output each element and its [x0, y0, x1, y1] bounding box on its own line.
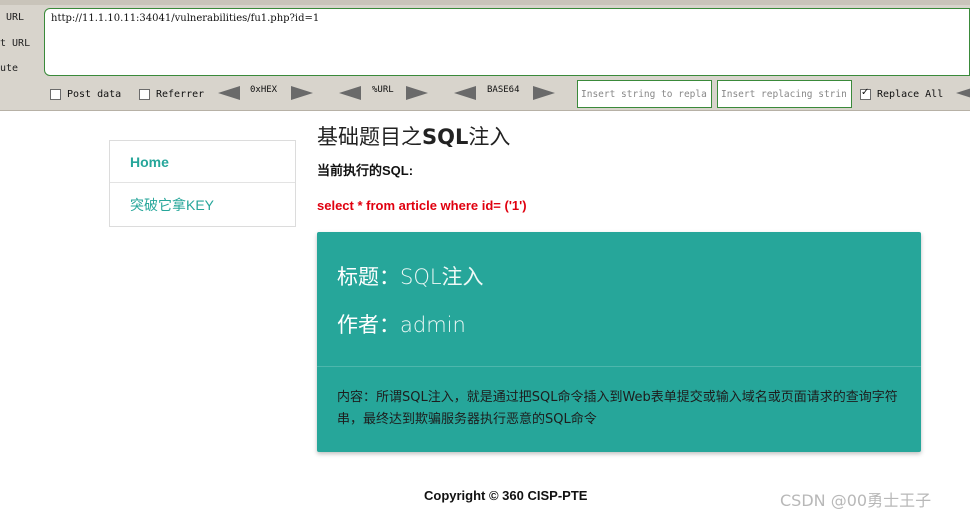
csdn-watermark: CSDN @00勇士王子 — [780, 491, 932, 510]
url-textarea[interactable]: http://11.1.10.11:34041/vulnerabilities/… — [44, 8, 970, 76]
hackbar-toolbar: URL t URL ute http://11.1.10.11:34041/vu… — [0, 0, 970, 111]
card-divider — [317, 366, 921, 367]
sidebar-item-home[interactable]: Home — [110, 141, 295, 183]
url-decode-arrow-icon[interactable] — [339, 86, 361, 100]
base64-label: BASE64 — [487, 85, 520, 95]
toolbar-top-edge — [0, 0, 970, 5]
base64-encode-arrow-icon[interactable] — [533, 86, 555, 100]
article-author-line: 作者：admin — [337, 309, 466, 339]
title-prefix: 基础题目之 — [317, 125, 422, 149]
referrer-checkbox[interactable] — [139, 89, 150, 100]
load-url-label[interactable]: URL — [6, 12, 24, 23]
split-url-label[interactable]: t URL — [0, 38, 30, 49]
page-title: 基础题目之SQL注入 — [317, 121, 510, 151]
referrer-label: Referrer — [156, 89, 205, 100]
sidebar-nav: Home 突破它拿KEY — [109, 140, 296, 227]
title-bold: SQL — [422, 125, 469, 149]
article-title-value: SQL注入 — [400, 265, 484, 289]
base64-decode-arrow-icon[interactable] — [454, 86, 476, 100]
url-encode-arrow-icon[interactable] — [406, 86, 428, 100]
insert-replacing-input[interactable]: Insert replacing strin — [717, 80, 852, 108]
article-author-value: admin — [400, 313, 466, 337]
article-author-label: 作者： — [337, 313, 400, 337]
post-data-checkbox[interactable] — [50, 89, 61, 100]
hackbar-options-row: Post data Referrer 0xHEX %URL BASE64 Ins… — [0, 80, 970, 108]
sql-label: 当前执行的SQL: — [317, 163, 414, 178]
hex-label: 0xHEX — [250, 85, 278, 95]
hex-decode-arrow-icon[interactable] — [218, 86, 240, 100]
hex-encode-arrow-icon[interactable] — [291, 86, 313, 100]
title-suffix: 注入 — [468, 125, 511, 149]
replace-all-label: Replace All — [877, 89, 944, 100]
execute-label[interactable]: ute — [0, 63, 18, 74]
article-title-label: 标题： — [337, 265, 400, 289]
article-content: 内容：所谓SQL注入，就是通过把SQL命令插入到Web表单提交或输入域名或页面请… — [337, 390, 898, 427]
scroll-left-arrow-icon[interactable] — [956, 86, 970, 100]
post-data-label: Post data — [67, 89, 122, 100]
copyright-footer: Copyright © 360 CISP-PTE — [424, 488, 588, 503]
url-encode-label: %URL — [372, 85, 394, 95]
article-card: 标题：SQL注入 作者：admin 内容：所谓SQL注入，就是通过把SQL命令插… — [317, 232, 921, 452]
sql-query: select * from article where id= ('1') — [317, 198, 527, 213]
article-title-line: 标题：SQL注入 — [337, 261, 484, 291]
insert-string-input[interactable]: Insert string to repla — [577, 80, 712, 108]
replace-all-checkbox[interactable] — [860, 87, 871, 100]
sidebar-item-get-key[interactable]: 突破它拿KEY — [110, 184, 295, 226]
